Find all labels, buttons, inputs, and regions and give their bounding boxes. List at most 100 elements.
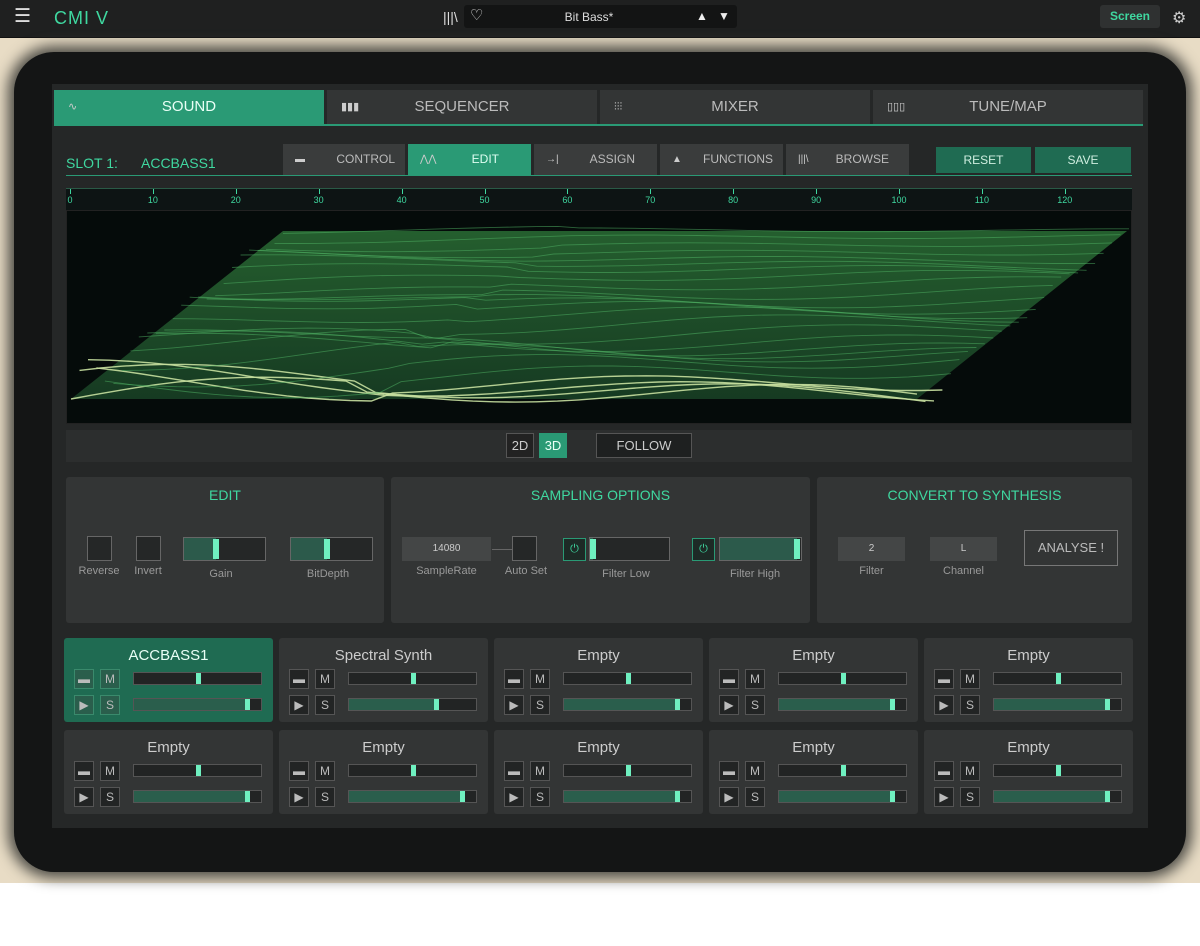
voice-slot[interactable]: Empty ▬ M ▶ S [924, 638, 1133, 722]
voice-pitch-slider[interactable] [563, 672, 692, 685]
subtab-browse[interactable]: |||\ BROWSE [786, 144, 909, 175]
play-icon[interactable]: ▶ [74, 695, 94, 715]
tab-sequencer[interactable]: ▮▮▮ SEQUENCER [327, 90, 597, 124]
voice-slot[interactable]: Empty ▬ M ▶ S [709, 730, 918, 814]
screen-button[interactable]: Screen [1100, 5, 1160, 28]
play-icon[interactable]: ▶ [289, 787, 309, 807]
mute-button[interactable]: M [530, 669, 550, 689]
save-button[interactable]: SAVE [1035, 147, 1131, 173]
subtab-functions[interactable]: ▲ FUNCTIONS [660, 144, 783, 175]
samplerate-field[interactable]: 14080 [402, 537, 491, 561]
voice-level-slider[interactable] [563, 698, 692, 711]
voice-pitch-slider[interactable] [563, 764, 692, 777]
voice-pitch-knob[interactable] [1055, 765, 1061, 776]
voice-pitch-knob[interactable] [195, 673, 201, 684]
voice-slot[interactable]: Empty ▬ M ▶ S [709, 638, 918, 722]
voice-level-slider[interactable] [993, 790, 1122, 803]
voice-slot[interactable]: Empty ▬ M ▶ S [494, 730, 703, 814]
voice-slot[interactable]: ACCBASS1 ▬ M ▶ S [64, 638, 273, 722]
filter-low-power-icon[interactable]: ⏻ [563, 538, 586, 561]
analyse-button[interactable]: ANALYSE ! [1024, 530, 1118, 566]
voice-level-knob[interactable] [675, 699, 681, 710]
folder-icon[interactable]: ▬ [289, 761, 309, 781]
play-icon[interactable]: ▶ [719, 787, 739, 807]
voice-pitch-knob[interactable] [195, 765, 201, 776]
solo-button[interactable]: S [745, 787, 765, 807]
tab-sound[interactable]: ∿ SOUND [54, 90, 324, 124]
voice-slot[interactable]: Spectral Synth ▬ M ▶ S [279, 638, 488, 722]
solo-button[interactable]: S [100, 695, 120, 715]
mute-button[interactable]: M [960, 669, 980, 689]
voice-level-slider[interactable] [993, 698, 1122, 711]
autoset-toggle[interactable] [512, 536, 537, 561]
solo-button[interactable]: S [960, 695, 980, 715]
play-icon[interactable]: ▶ [934, 695, 954, 715]
solo-button[interactable]: S [315, 787, 335, 807]
gain-slider[interactable] [183, 537, 266, 561]
hamburger-icon[interactable]: ☰ [14, 7, 32, 26]
gear-icon[interactable]: ⚙ [1172, 8, 1186, 28]
folder-icon[interactable]: ▬ [74, 669, 94, 689]
voice-level-slider[interactable] [133, 698, 262, 711]
voice-level-slider[interactable] [348, 698, 477, 711]
voice-pitch-slider[interactable] [778, 672, 907, 685]
play-icon[interactable]: ▶ [719, 695, 739, 715]
mute-button[interactable]: M [100, 669, 120, 689]
filter-high-power-icon[interactable]: ⏻ [692, 538, 715, 561]
folder-icon[interactable]: ▬ [934, 669, 954, 689]
voice-level-knob[interactable] [890, 791, 896, 802]
voice-pitch-slider[interactable] [993, 764, 1122, 777]
voice-pitch-slider[interactable] [778, 764, 907, 777]
voice-pitch-knob[interactable] [410, 765, 416, 776]
voice-level-slider[interactable] [133, 790, 262, 803]
mute-button[interactable]: M [315, 669, 335, 689]
voice-pitch-knob[interactable] [840, 765, 846, 776]
mode-3d-button[interactable]: 3D [539, 433, 567, 458]
folder-icon[interactable]: ▬ [504, 761, 524, 781]
voice-level-knob[interactable] [460, 791, 466, 802]
folder-icon[interactable]: ▬ [934, 761, 954, 781]
voice-slot[interactable]: Empty ▬ M ▶ S [924, 730, 1133, 814]
reverse-toggle[interactable] [87, 536, 112, 561]
voice-level-knob[interactable] [1105, 699, 1111, 710]
waveform-3d-display[interactable] [66, 210, 1132, 424]
follow-button[interactable]: FOLLOW [596, 433, 692, 458]
voice-level-slider[interactable] [778, 698, 907, 711]
voice-level-knob[interactable] [675, 791, 681, 802]
solo-button[interactable]: S [530, 695, 550, 715]
mode-2d-button[interactable]: 2D [506, 433, 534, 458]
filter-value-field[interactable]: 2 [838, 537, 905, 561]
voice-level-knob[interactable] [245, 699, 251, 710]
solo-button[interactable]: S [530, 787, 550, 807]
solo-button[interactable]: S [745, 695, 765, 715]
previous-preset-icon[interactable]: ▲ [696, 9, 708, 23]
voice-pitch-knob[interactable] [840, 673, 846, 684]
voice-slot[interactable]: Empty ▬ M ▶ S [279, 730, 488, 814]
subtab-control[interactable]: ▬ CONTROL [283, 144, 405, 175]
mute-button[interactable]: M [100, 761, 120, 781]
voice-level-slider[interactable] [348, 790, 477, 803]
voice-pitch-slider[interactable] [348, 764, 477, 777]
voice-pitch-knob[interactable] [625, 673, 631, 684]
voice-pitch-slider[interactable] [133, 672, 262, 685]
play-icon[interactable]: ▶ [504, 695, 524, 715]
voice-level-knob[interactable] [245, 791, 251, 802]
voice-pitch-slider[interactable] [133, 764, 262, 777]
play-icon[interactable]: ▶ [289, 695, 309, 715]
mute-button[interactable]: M [315, 761, 335, 781]
filter-high-slider[interactable] [719, 537, 802, 561]
voice-pitch-knob[interactable] [625, 765, 631, 776]
invert-toggle[interactable] [136, 536, 161, 561]
next-preset-icon[interactable]: ▼ [718, 9, 730, 23]
mute-button[interactable]: M [745, 669, 765, 689]
subtab-edit[interactable]: ⋀⋀ EDIT [408, 144, 531, 175]
play-icon[interactable]: ▶ [934, 787, 954, 807]
sample-ruler[interactable]: 0 10 20 30 40 50 60 70 80 90 100 110 120 [66, 188, 1132, 210]
voice-level-slider[interactable] [778, 790, 907, 803]
voice-slot[interactable]: Empty ▬ M ▶ S [64, 730, 273, 814]
folder-icon[interactable]: ▬ [719, 669, 739, 689]
filter-low-slider[interactable] [589, 537, 670, 561]
mute-button[interactable]: M [960, 761, 980, 781]
solo-button[interactable]: S [315, 695, 335, 715]
bitdepth-knob[interactable] [324, 539, 331, 559]
